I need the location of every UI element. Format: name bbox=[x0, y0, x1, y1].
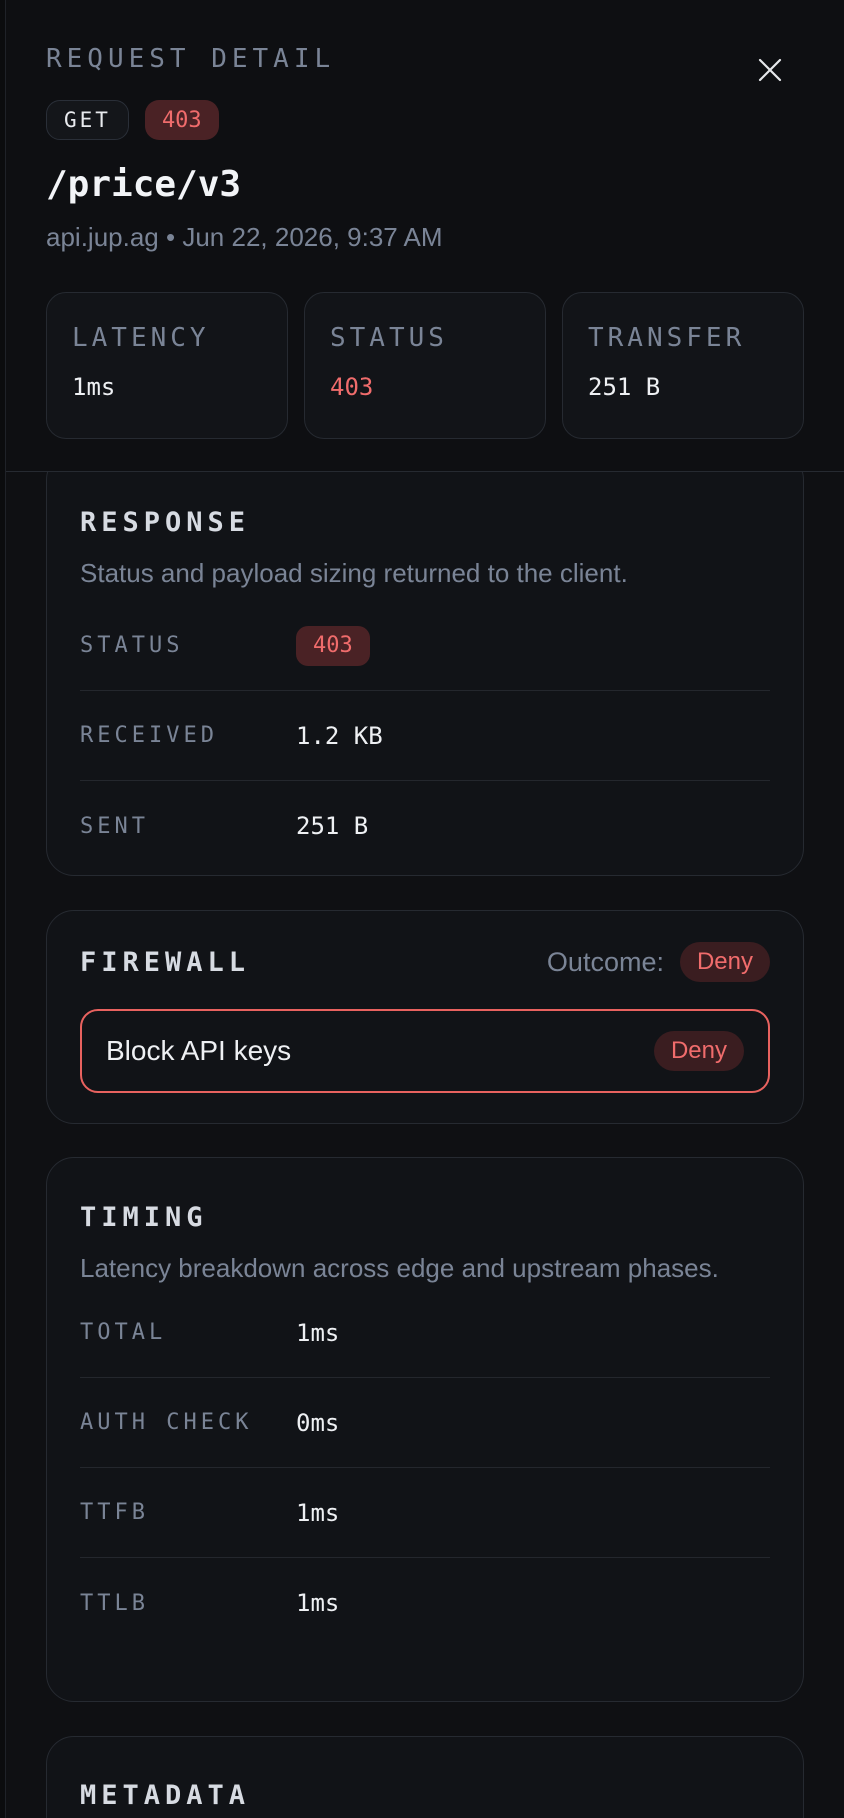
host: api.jup.ag bbox=[46, 222, 159, 252]
stat-card-latency: LATENCY 1ms bbox=[46, 292, 288, 439]
outcome-label: Outcome: bbox=[546, 946, 664, 977]
firewall-rule-row[interactable]: Block API keys Deny bbox=[80, 1009, 770, 1093]
stat-value: 403 bbox=[330, 373, 374, 401]
response-description: Status and payload sizing returned to th… bbox=[80, 558, 628, 588]
kv-label: STATUS bbox=[80, 633, 184, 658]
response-row-received: RECEIVED 1.2 KB bbox=[80, 691, 770, 781]
timing-description: Latency breakdown across edge and upstre… bbox=[80, 1253, 719, 1283]
kv-value: 1ms bbox=[296, 1589, 340, 1617]
kv-label: AUTH CHECK bbox=[80, 1410, 253, 1435]
timestamp: Jun 22, 2026, 9:37 AM bbox=[182, 222, 443, 252]
metadata-panel: METADATA bbox=[46, 1736, 804, 1818]
close-icon bbox=[758, 58, 782, 82]
response-title: RESPONSE bbox=[80, 507, 251, 538]
timing-row-total: TOTAL 1ms bbox=[80, 1288, 770, 1378]
stat-label: TRANSFER bbox=[588, 323, 746, 353]
close-button[interactable] bbox=[752, 52, 788, 88]
stat-label: LATENCY bbox=[72, 323, 210, 353]
kv-value: 1.2 KB bbox=[296, 721, 383, 750]
timing-panel: TIMING Latency breakdown across edge and… bbox=[46, 1157, 804, 1702]
timing-row-ttlb: TTLB 1ms bbox=[80, 1558, 770, 1648]
stat-value: 251 B bbox=[588, 373, 661, 401]
rule-name: Block API keys bbox=[106, 1035, 292, 1066]
rule-action-badge: Deny bbox=[653, 1031, 744, 1071]
stat-card-transfer: TRANSFER 251 B bbox=[562, 292, 804, 439]
response-row-sent: SENT 251 B bbox=[80, 781, 770, 871]
outcome-badge: Deny bbox=[679, 942, 770, 982]
request-detail-header: REQUEST DETAIL GET 403 /price/v3 api.jup… bbox=[6, 0, 844, 472]
timing-row-auth-check: AUTH CHECK 0ms bbox=[80, 1378, 770, 1468]
kv-label: SENT bbox=[80, 813, 149, 839]
response-row-status: STATUS 403 bbox=[80, 601, 770, 691]
status-badge: 403 bbox=[144, 100, 219, 140]
firewall-panel: FIREWALL Outcome: Deny Block API keys De… bbox=[46, 910, 804, 1124]
firewall-title: FIREWALL bbox=[80, 946, 251, 978]
eyebrow-label: REQUEST DETAIL bbox=[46, 44, 336, 74]
kv-label: TTFB bbox=[80, 1500, 149, 1525]
kv-value: 1ms bbox=[296, 1318, 340, 1347]
method-badge: GET bbox=[46, 100, 129, 140]
request-path: /price/v3 bbox=[46, 164, 242, 205]
status-badge: 403 bbox=[296, 625, 370, 666]
request-meta: api.jup.ag • Jun 22, 2026, 9:37 AM bbox=[46, 222, 443, 253]
kv-label: RECEIVED bbox=[80, 723, 218, 748]
kv-label: TOTAL bbox=[80, 1320, 167, 1345]
stat-value: 1ms bbox=[72, 373, 116, 401]
kv-value: 1ms bbox=[296, 1498, 340, 1527]
stat-card-status: STATUS 403 bbox=[304, 292, 546, 439]
stat-label: STATUS bbox=[330, 323, 448, 353]
metadata-title: METADATA bbox=[80, 1780, 251, 1811]
kv-value: 0ms bbox=[296, 1408, 340, 1437]
timing-row-ttfb: TTFB 1ms bbox=[80, 1468, 770, 1558]
kv-value: 251 B bbox=[296, 812, 369, 840]
response-panel: RESPONSE Status and payload sizing retur… bbox=[46, 452, 804, 876]
kv-label: TTLB bbox=[80, 1590, 149, 1616]
separator: • bbox=[166, 222, 176, 252]
timing-title: TIMING bbox=[80, 1202, 208, 1233]
